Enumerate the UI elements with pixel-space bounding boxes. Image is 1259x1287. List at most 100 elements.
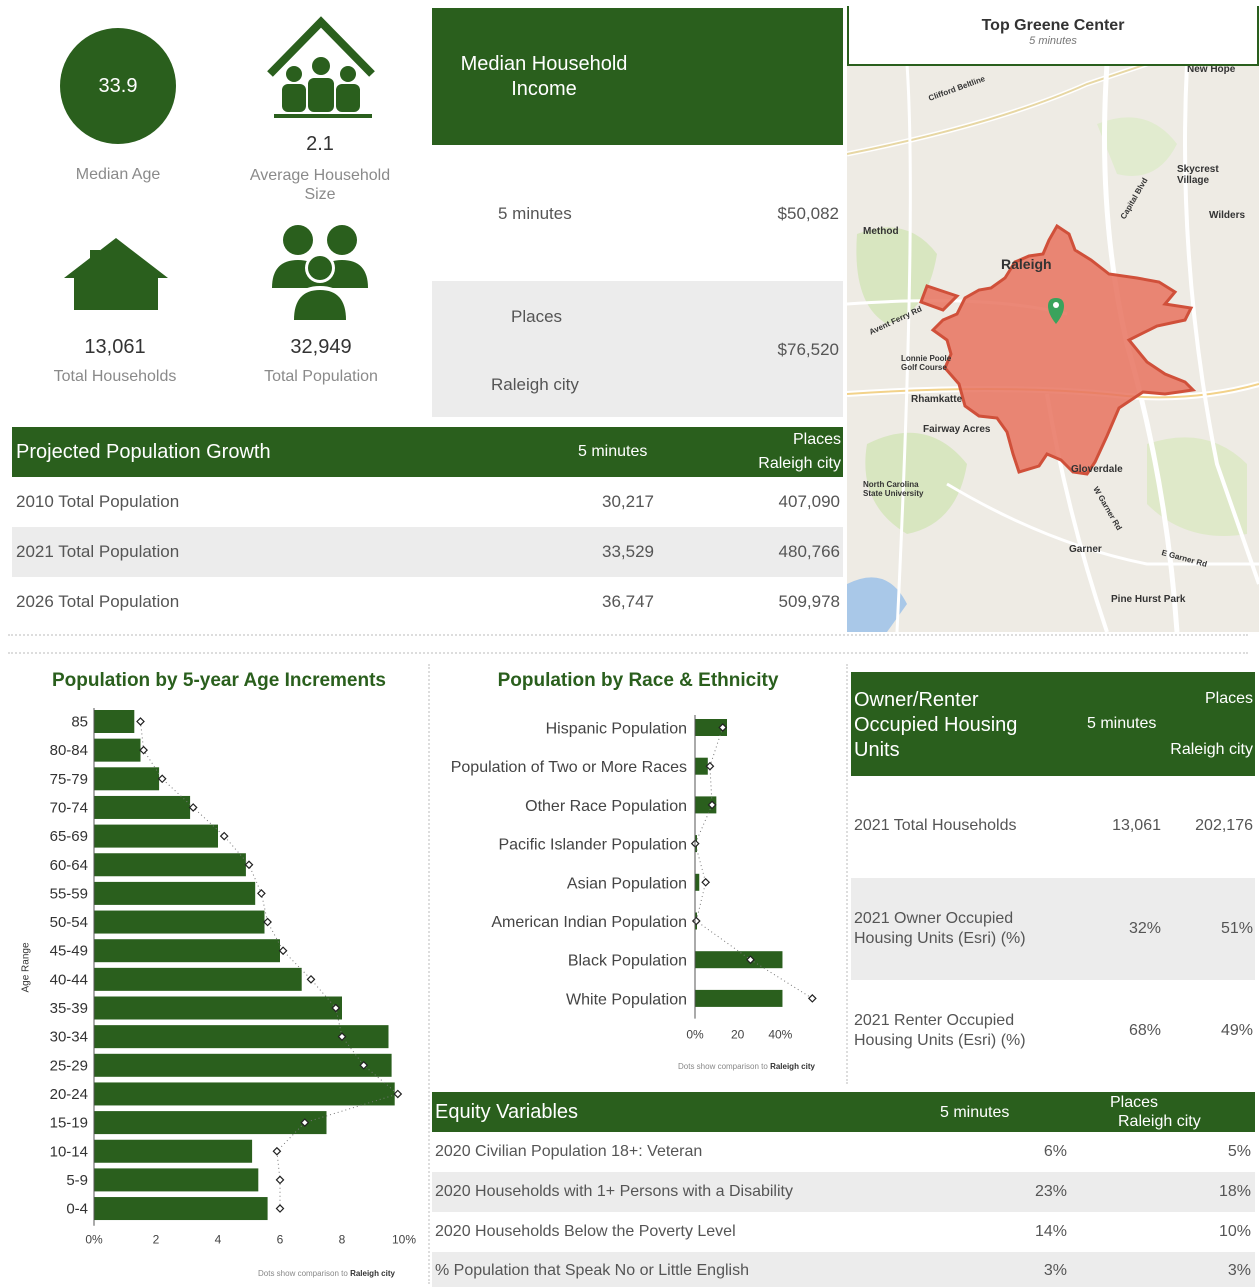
age-chart-footnote-place: Raleigh city	[350, 1269, 395, 1278]
growth-row-v1: 33,529	[602, 542, 654, 561]
race-chart-footnote-prefix: Dots show comparison to	[678, 1062, 768, 1071]
age-bar	[94, 881, 256, 905]
race-chart: Hispanic Population Population of Two or …	[451, 715, 817, 1042]
race-comparison-dot	[691, 916, 701, 926]
growth-col2-b: Raleigh city	[758, 455, 841, 472]
household-size-value: 2.1	[306, 133, 334, 155]
housing-row-label: 2021 Renter Occupied Housing Units (Esri…	[854, 1012, 1026, 1049]
income-title: Median Household Income	[460, 53, 628, 100]
race-category-label: Hispanic Population	[546, 721, 687, 738]
housing-col1: 5 minutes	[1087, 715, 1157, 732]
map-canvas	[847, 64, 1259, 632]
age-category-label: 40-44	[50, 971, 88, 988]
total-population-label: Total Population	[264, 368, 378, 385]
age-comparison-dot	[278, 946, 288, 956]
house-icon	[64, 238, 168, 310]
age-comparison-line	[140, 721, 399, 1209]
housing-row-v1: 13,061	[1112, 817, 1161, 834]
equity-row-v1: 14%	[1034, 1223, 1067, 1240]
age-bar	[94, 967, 302, 991]
race-bar	[695, 989, 783, 1007]
housing-row-v1: 68%	[1128, 1022, 1161, 1039]
age-bar	[94, 1053, 392, 1077]
age-comparison-dot	[272, 1146, 282, 1156]
age-chart-footnote: Dots show comparison to Raleigh city	[258, 1269, 395, 1278]
age-category-label: 15-19	[50, 1115, 88, 1132]
race-category-label: Other Race Population	[525, 798, 687, 815]
map-label-raleigh: Raleigh	[1001, 256, 1052, 272]
equity-col2-b: Raleigh city	[1118, 1113, 1201, 1130]
age-comparison-dot	[244, 860, 254, 870]
age-bar	[94, 1168, 259, 1192]
age-category-label: 45-49	[50, 943, 88, 960]
growth-row: 2026 Total Population 36,747 509,978	[12, 577, 843, 627]
housing-col2-b: Raleigh city	[1170, 741, 1253, 758]
race-comparison-dot	[807, 994, 817, 1003]
equity-row: 2020 Civilian Population 18+: Veteran 6%…	[432, 1132, 1255, 1172]
age-category-label: 85	[71, 714, 88, 731]
age-chart: 8580-8475-7970-7465-6960-6455-5950-5445-…	[50, 708, 416, 1247]
age-bar	[94, 795, 191, 819]
total-population-value: 32,949	[290, 336, 352, 358]
age-chart-title: Population by 5-year Age Increments	[52, 670, 386, 691]
age-category-label: 5-9	[66, 1172, 88, 1189]
housing-row-v2: 49%	[1220, 1022, 1253, 1039]
race-comparison-dot	[701, 877, 711, 887]
median-age-circle: 33.9	[60, 28, 176, 144]
equity-row-v1: 3%	[1043, 1262, 1067, 1279]
map-label-method: Method	[863, 226, 899, 237]
equity-row-v1: 23%	[1034, 1183, 1067, 1200]
map-label-wilders: Wilders	[1209, 210, 1246, 221]
equity-row: 2020 Households Below the Poverty Level …	[432, 1212, 1255, 1252]
equity-row: % Population that Speak No or Little Eng…	[432, 1252, 1255, 1287]
age-comparison-dot	[136, 717, 145, 726]
age-category-label: 10-14	[50, 1143, 88, 1160]
age-category-label: 25-29	[50, 1057, 88, 1074]
age-comparison-dot	[157, 774, 167, 784]
equity-row-label: 2020 Households with 1+ Persons with a D…	[435, 1183, 793, 1200]
people-icon	[272, 225, 368, 320]
race-category-label: American Indian Population	[491, 914, 687, 931]
household-size-label: Average Household Size	[249, 167, 391, 203]
age-comparison-dot	[263, 917, 272, 927]
growth-title: Projected Population Growth	[16, 441, 271, 463]
housing-row-v1: 32%	[1128, 920, 1161, 937]
age-x-tick: 8	[339, 1233, 346, 1247]
race-category-label: Pacific Islander Population	[498, 837, 687, 854]
age-bar	[94, 824, 218, 848]
race-bar	[695, 951, 783, 969]
map-label-pine-hurst: Pine Hurst Park	[1111, 594, 1186, 605]
age-x-tick: 10%	[392, 1233, 416, 1247]
age-bar	[94, 853, 246, 877]
age-category-label: 75-79	[50, 771, 88, 788]
age-category-label: 30-34	[50, 1029, 88, 1046]
column-divider	[428, 664, 430, 1284]
equity-title: Equity Variables	[435, 1101, 579, 1123]
median-age-label: Median Age	[75, 166, 161, 183]
map-label-garner: Garner	[1069, 544, 1102, 555]
age-x-tick: 2	[153, 1233, 160, 1247]
housing-col2-a: Places	[1204, 690, 1253, 707]
age-bar	[94, 1197, 268, 1221]
growth-row-label: 2021 Total Population	[16, 542, 180, 561]
housing-header: Owner/Renter Occupied Housing Units 5 mi…	[851, 672, 1255, 776]
housing-row-v2: 51%	[1220, 920, 1253, 937]
income-header: Median Household Income	[432, 8, 843, 145]
age-category-label: 65-69	[50, 828, 88, 845]
map-panel[interactable]: Raleigh Method Skycrest Village Wilders …	[847, 64, 1259, 632]
race-chart-footnote: Dots show comparison to Raleigh city	[678, 1062, 815, 1071]
age-comparison-dot	[139, 745, 148, 755]
housing-row-v2: 202,176	[1195, 817, 1253, 834]
equity-row-label: 2020 Households Below the Poverty Level	[435, 1223, 736, 1240]
section-divider	[8, 634, 1248, 636]
race-x-tick: 40%	[768, 1028, 792, 1042]
growth-row-label: 2026 Total Population	[16, 592, 180, 611]
age-comparison-dot	[219, 831, 229, 841]
age-x-tick: 0%	[85, 1233, 103, 1247]
income-row-5min-value: $50,082	[777, 204, 839, 223]
age-x-tick: 6	[277, 1233, 284, 1247]
age-comparison-dot	[257, 889, 266, 898]
map-title-box: Top Greene Center 5 minutes	[847, 6, 1259, 66]
map-label-skycrest: Skycrest Village	[1177, 164, 1219, 186]
map-label-golf: Lonnie Poole Golf Course	[901, 354, 952, 372]
